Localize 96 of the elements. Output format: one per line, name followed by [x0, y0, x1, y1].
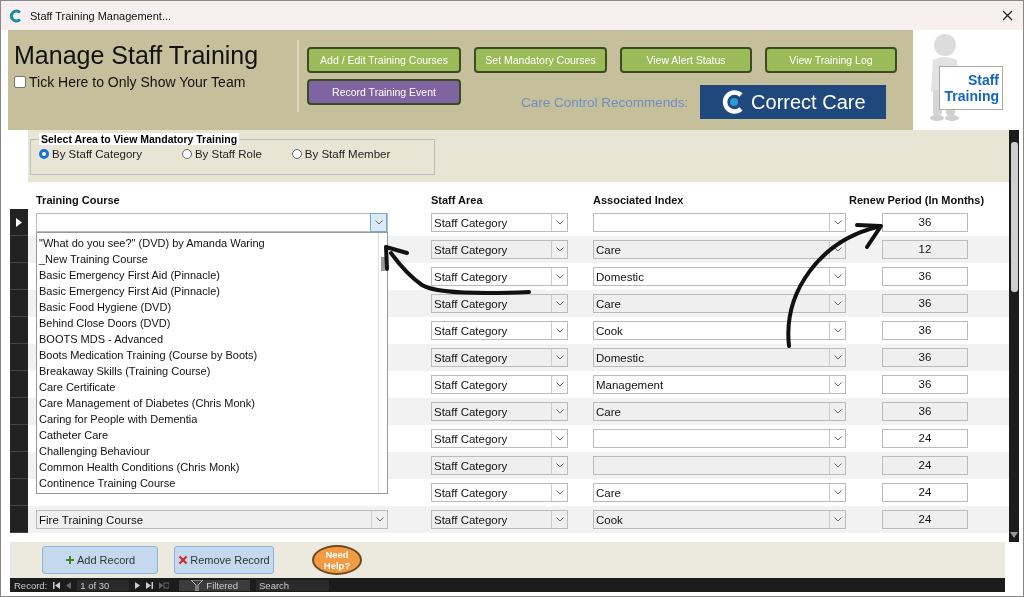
index-combo[interactable]: Domestic: [593, 267, 846, 286]
staff-area-combo[interactable]: Staff Category: [431, 267, 568, 286]
index-combo[interactable]: Management: [593, 375, 846, 394]
renew-field[interactable]: 36: [882, 321, 968, 340]
first-record-icon[interactable]: [53, 581, 61, 589]
staff-area-combo[interactable]: Staff Category: [431, 429, 568, 448]
close-icon[interactable]: [1002, 10, 1013, 21]
index-combo[interactable]: Domestic: [593, 348, 846, 367]
dropdown-item[interactable]: Common Health Conditions (Chris Monk): [39, 459, 378, 475]
scrollbar-thumb[interactable]: [381, 257, 385, 271]
cross-icon: [178, 555, 189, 565]
scroll-down-icon[interactable]: [1010, 532, 1018, 538]
radio-label: By Staff Member: [304, 148, 391, 160]
index-combo[interactable]: Cook: [593, 321, 846, 340]
staff-area-combo[interactable]: Staff Category: [431, 213, 568, 232]
dropdown-item[interactable]: Continence Training Course: [39, 475, 378, 491]
renew-field[interactable]: 36: [882, 402, 968, 421]
previous-record-icon[interactable]: [66, 581, 72, 589]
app-icon: [9, 8, 23, 23]
renew-field[interactable]: 36: [882, 294, 968, 313]
renew-field[interactable]: 36: [882, 267, 968, 286]
dropdown-item[interactable]: BOOTS MDS - Advanced: [39, 331, 378, 347]
new-record-icon[interactable]: [159, 581, 170, 589]
team-filter-label: Tick Here to Only Show Your Team: [29, 74, 246, 90]
renew-field[interactable]: 36: [882, 213, 968, 232]
renew-field[interactable]: 24: [882, 456, 968, 475]
record-button[interactable]: Remove Record: [174, 546, 274, 574]
index-combo[interactable]: Care: [593, 240, 846, 259]
dropdown-item[interactable]: Care Management of Diabetes (Chris Monk): [39, 395, 378, 411]
radio-button[interactable]: [181, 149, 192, 159]
logo: Correct Care: [700, 85, 887, 119]
team-checkbox[interactable]: [14, 76, 26, 88]
dropdown-item[interactable]: "What do you see?" (DVD) by Amanda Waring: [39, 235, 378, 251]
index-combo[interactable]: Cook: [593, 510, 846, 529]
plus-icon: [64, 555, 75, 565]
index-combo[interactable]: Care: [593, 294, 846, 313]
record-selector[interactable]: [10, 209, 28, 236]
radio-button[interactable]: [291, 149, 302, 159]
radio-label: By Staff Role: [194, 148, 262, 160]
staff-area-combo[interactable]: Staff Category: [431, 348, 568, 367]
filter-icon: [191, 579, 204, 591]
staff-area-combo[interactable]: Staff Category: [431, 402, 568, 421]
course-combo[interactable]: [36, 213, 388, 232]
staff-area-combo[interactable]: Staff Category: [431, 240, 568, 259]
dropdown-item[interactable]: Challenging Behaviour: [39, 443, 378, 459]
dropdown-item[interactable]: Caring for People with Dementia: [39, 411, 378, 427]
dropdown-item[interactable]: Catheter Care: [39, 427, 378, 443]
dropdown-item[interactable]: Basic Emergency First Aid (Pinnacle): [39, 283, 378, 299]
radio-button[interactable]: [39, 149, 49, 159]
staff-area-combo[interactable]: Staff Category: [431, 294, 568, 313]
dropdown-item[interactable]: Breakaway Skills (Training Course): [39, 363, 378, 379]
header-button[interactable]: Record Training Event: [307, 79, 461, 105]
window-title: Staff Training Management...: [30, 9, 172, 22]
current-record-icon: [16, 217, 22, 227]
staff-area-combo[interactable]: Staff Category: [431, 456, 568, 475]
column-header: Staff Area: [431, 194, 484, 206]
dropdown-item[interactable]: Care Certificate: [39, 379, 378, 395]
dropdown-item[interactable]: Boots Medication Training (Course by Boots): [39, 347, 378, 363]
dropdown-item[interactable]: Basic Food Hygiene (DVD): [39, 299, 378, 315]
index-combo[interactable]: Care: [593, 483, 846, 502]
renew-field[interactable]: 24: [882, 429, 968, 448]
sign-text: Training: [944, 88, 999, 104]
search-field[interactable]: Search: [256, 579, 330, 591]
last-record-icon[interactable]: [146, 581, 154, 589]
sign-text: Staff: [967, 72, 999, 88]
renew-field[interactable]: 12: [882, 240, 968, 259]
dropdown-item[interactable]: Basic Emergency First Aid (Pinnacle): [39, 267, 378, 283]
page-title: Manage Staff Training: [14, 41, 260, 70]
column-header: Renew Period (In Months): [849, 194, 986, 206]
dropdown-icon[interactable]: [829, 241, 845, 258]
staff-area-combo[interactable]: Staff Category: [431, 321, 568, 340]
index-combo[interactable]: [593, 456, 846, 475]
record-button[interactable]: Add Record: [42, 546, 158, 574]
record-position-field[interactable]: 1 of 30: [77, 579, 130, 591]
scrollbar-thumb[interactable]: [1010, 142, 1018, 292]
staff-area-combo[interactable]: Staff Category: [431, 375, 568, 394]
filter-toggle[interactable]: Filtered: [179, 579, 250, 591]
index-combo[interactable]: Care: [593, 402, 846, 421]
renew-field[interactable]: 36: [882, 375, 968, 394]
index-combo[interactable]: [593, 429, 846, 448]
next-record-icon[interactable]: [135, 581, 141, 589]
staff-area-combo[interactable]: Staff Category: [431, 483, 568, 502]
record-label: Record:: [14, 579, 48, 591]
course-combo[interactable]: Fire Training Course: [36, 510, 388, 529]
dropdown-item[interactable]: _New Training Course: [39, 251, 378, 267]
radio-label: By Staff Category: [52, 148, 142, 160]
renew-field[interactable]: 24: [882, 510, 968, 529]
renew-field[interactable]: 24: [882, 483, 968, 502]
group-title: Select Area to View Mandatory Training: [39, 133, 240, 145]
recommends-label: Care Control Recommends:: [521, 95, 689, 110]
column-header: Training Course: [36, 194, 121, 206]
renew-field[interactable]: 36: [882, 348, 968, 367]
dropdown-item[interactable]: Behind Close Doors (DVD): [39, 315, 378, 331]
column-header: Associated Index: [593, 194, 685, 206]
index-combo[interactable]: [593, 213, 846, 232]
staff-area-combo[interactable]: Staff Category: [431, 510, 568, 529]
